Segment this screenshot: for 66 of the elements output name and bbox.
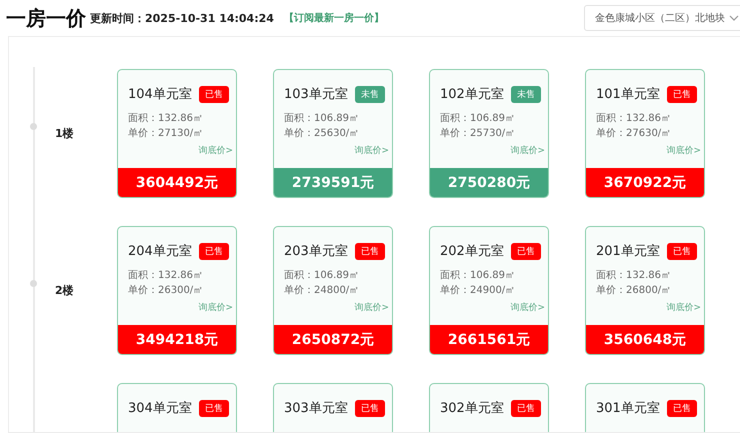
area-text: 面积：132.86㎡ <box>127 112 204 126</box>
floor-label: 2楼 <box>55 283 74 298</box>
status-badge: 已售 <box>355 400 385 416</box>
update-time: 2025-10-31 14:04:24 <box>145 12 274 24</box>
timeline-dot <box>30 123 37 130</box>
total-price: 2650872元 <box>274 325 392 354</box>
total-price: 2750280元 <box>430 168 548 197</box>
status-badge: 已售 <box>199 400 229 416</box>
area-text: 面积：106.89㎡ <box>439 269 516 283</box>
total-price: 3670922元 <box>586 168 704 197</box>
unit-price-text: 单价：27130/㎡ <box>127 126 204 141</box>
timeline-dot <box>30 280 37 287</box>
status-badge: 未售 <box>355 86 385 102</box>
unit-name: 304单元室 <box>128 400 192 417</box>
total-price: 3494218元 <box>118 325 236 354</box>
status-badge: 已售 <box>199 86 229 102</box>
unit-price-text: 单价：25730/㎡ <box>439 126 516 141</box>
status-badge: 未售 <box>511 86 541 102</box>
inquiry-link[interactable]: 询底价> <box>198 144 233 157</box>
total-price: 2739591元 <box>274 168 392 197</box>
unit-name: 102单元室 <box>440 86 504 103</box>
status-badge: 已售 <box>199 242 229 260</box>
unit-name: 202单元室 <box>440 243 504 260</box>
unit-name: 103单元室 <box>284 86 348 103</box>
inquiry-link[interactable]: 询底价> <box>666 301 701 314</box>
status-badge: 已售 <box>667 86 697 102</box>
total-price: 3604492元 <box>118 168 236 197</box>
floor-label: 1楼 <box>55 126 74 141</box>
area-text: 面积：132.86㎡ <box>595 112 672 126</box>
total-price: 3560648元 <box>586 325 704 354</box>
unit-name: 302单元室 <box>440 400 504 417</box>
unit-name: 303单元室 <box>284 400 348 417</box>
status-badge: 已售 <box>511 242 541 260</box>
total-price: 2661561元 <box>430 325 548 354</box>
unit-price-text: 单价：24900/㎡ <box>439 284 516 298</box>
area-text: 面积：132.86㎡ <box>595 269 672 283</box>
subscribe-link[interactable]: 【订阅最新一房一价】 <box>284 11 384 25</box>
unit-name: 203单元室 <box>284 243 348 260</box>
area-text: 面积：106.89㎡ <box>439 112 516 126</box>
unit-name: 301单元室 <box>596 400 660 417</box>
area-text: 面积：106.89㎡ <box>283 112 360 126</box>
unit-name: 201单元室 <box>596 243 660 260</box>
update-label: 更新时间： <box>90 10 145 26</box>
unit-name: 101单元室 <box>596 86 660 103</box>
project-select[interactable]: 金色康城小区（二区）北地块 <box>584 5 740 31</box>
unit-name: 204单元室 <box>128 243 192 260</box>
unit-price-text: 单价：25630/㎡ <box>283 126 360 141</box>
unit-price-text: 单价：26300/㎡ <box>127 284 204 298</box>
status-badge: 已售 <box>667 400 697 416</box>
unit-price-text: 单价：27630/㎡ <box>595 126 672 141</box>
inquiry-link[interactable]: 询底价> <box>354 301 389 314</box>
area-text: 面积：132.86㎡ <box>127 269 204 283</box>
unit-price-text: 单价：24800/㎡ <box>283 284 360 298</box>
unit-price-text: 单价：26800/㎡ <box>595 284 672 298</box>
inquiry-link[interactable]: 询底价> <box>666 144 701 157</box>
page-title: 一房一价 <box>6 4 86 32</box>
status-badge: 已售 <box>667 242 697 260</box>
status-badge: 已售 <box>355 242 385 260</box>
status-badge: 已售 <box>511 400 541 416</box>
area-text: 面积：106.89㎡ <box>283 269 360 283</box>
inquiry-link[interactable]: 询底价> <box>510 301 545 314</box>
chevron-down-icon <box>729 15 739 21</box>
inquiry-link[interactable]: 询底价> <box>510 144 545 157</box>
inquiry-link[interactable]: 询底价> <box>354 144 389 157</box>
unit-name: 104单元室 <box>128 86 192 103</box>
inquiry-link[interactable]: 询底价> <box>198 301 233 314</box>
